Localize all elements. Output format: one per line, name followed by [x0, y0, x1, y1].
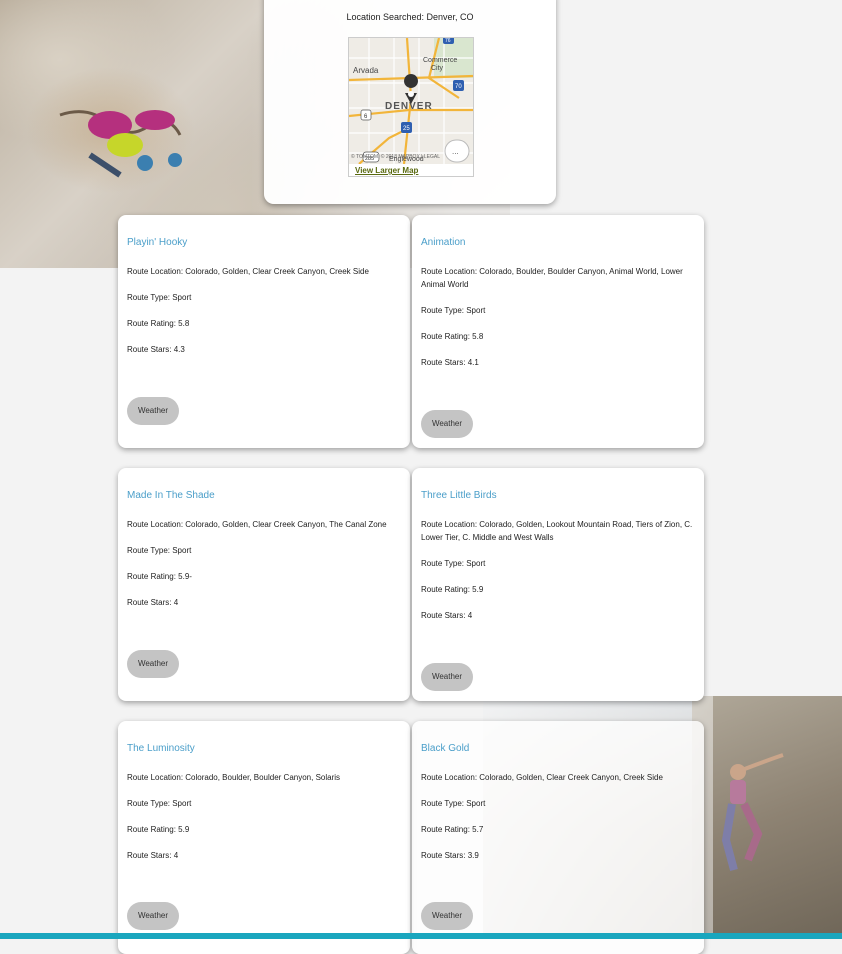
- route-name: Made In The Shade: [127, 490, 215, 501]
- route-rating: Route Rating: 5.9-: [127, 572, 192, 581]
- location-map-card: Location Searched: Denver, CO Arvada Com…: [264, 0, 556, 204]
- route-name: Black Gold: [421, 743, 470, 754]
- map-graphic: Arvada Commerce City DENVER Englewood 6 …: [349, 38, 473, 164]
- route-card: Three Little Birds Route Location: Color…: [412, 468, 704, 701]
- route-card: Made In The Shade Route Location: Colora…: [118, 468, 410, 701]
- map-attribution: © TOMTOM, © 2018 MAPBOX | LEGAL: [351, 154, 440, 160]
- route-type: Route Type: Sport: [127, 546, 192, 555]
- route-location: Route Location: Colorado, Golden, Lookou…: [421, 520, 693, 542]
- view-larger-map-link[interactable]: View Larger Map: [355, 166, 418, 175]
- weather-button[interactable]: Weather: [127, 650, 179, 678]
- route-location: Route Location: Colorado, Golden, Clear …: [421, 773, 663, 782]
- route-rating: Route Rating: 5.9: [421, 585, 484, 594]
- map-label-arvada: Arvada: [353, 66, 379, 75]
- weather-button[interactable]: Weather: [127, 902, 179, 930]
- route-stars: Route Stars: 3.9: [421, 851, 479, 860]
- weather-button[interactable]: Weather: [421, 663, 473, 691]
- route-rating: Route Rating: 5.8: [421, 332, 484, 341]
- route-location: Route Location: Colorado, Boulder, Bould…: [421, 267, 683, 289]
- weather-button[interactable]: Weather: [421, 902, 473, 930]
- route-type: Route Type: Sport: [421, 799, 486, 808]
- route-stars: Route Stars: 4.3: [127, 345, 185, 354]
- route-card: Playin' Hooky Route Location: Colorado, …: [118, 215, 410, 448]
- route-type: Route Type: Sport: [127, 293, 192, 302]
- map-label-city: City: [431, 65, 444, 72]
- weather-button[interactable]: Weather: [127, 397, 179, 425]
- route-rating: Route Rating: 5.7: [421, 825, 484, 834]
- climber-figure-illustration: [59, 110, 182, 178]
- footer-accent-bar: [0, 933, 842, 939]
- route-location: Route Location: Colorado, Golden, Clear …: [127, 267, 369, 276]
- location-searched-label: Location Searched: Denver, CO: [346, 12, 474, 22]
- map-embed[interactable]: Arvada Commerce City DENVER Englewood 6 …: [348, 37, 474, 177]
- weather-button[interactable]: Weather: [421, 410, 473, 438]
- route-name: The Luminosity: [127, 743, 195, 754]
- route-location: Route Location: Colorado, Golden, Clear …: [127, 520, 387, 529]
- map-label-commerce: Commerce: [423, 57, 457, 64]
- map-shield-76: 76: [445, 38, 451, 44]
- map-shield-70: 70: [455, 84, 462, 90]
- route-name: Three Little Birds: [421, 490, 497, 501]
- route-name: Animation: [421, 237, 466, 248]
- route-rating: Route Rating: 5.8: [127, 319, 190, 328]
- route-type: Route Type: Sport: [421, 306, 486, 315]
- route-card: Black Gold Route Location: Colorado, Gol…: [412, 721, 704, 954]
- map-label-denver: DENVER: [385, 101, 433, 112]
- route-stars: Route Stars: 4: [127, 598, 179, 607]
- route-card: The Luminosity Route Location: Colorado,…: [118, 721, 410, 954]
- route-stars: Route Stars: 4: [127, 851, 179, 860]
- map-shield-25: 25: [403, 126, 410, 132]
- route-type: Route Type: Sport: [421, 559, 486, 568]
- route-type: Route Type: Sport: [127, 799, 192, 808]
- route-stars: Route Stars: 4: [421, 611, 473, 620]
- route-stars: Route Stars: 4.1: [421, 358, 479, 367]
- route-card: Animation Route Location: Colorado, Boul…: [412, 215, 704, 448]
- map-image[interactable]: Arvada Commerce City DENVER Englewood 6 …: [349, 38, 473, 164]
- route-rating: Route Rating: 5.9: [127, 825, 190, 834]
- map-more-icon: ...: [452, 147, 459, 156]
- climber-figure-illustration-2: [721, 753, 784, 872]
- route-location: Route Location: Colorado, Boulder, Bould…: [127, 773, 341, 782]
- route-name: Playin' Hooky: [127, 237, 188, 248]
